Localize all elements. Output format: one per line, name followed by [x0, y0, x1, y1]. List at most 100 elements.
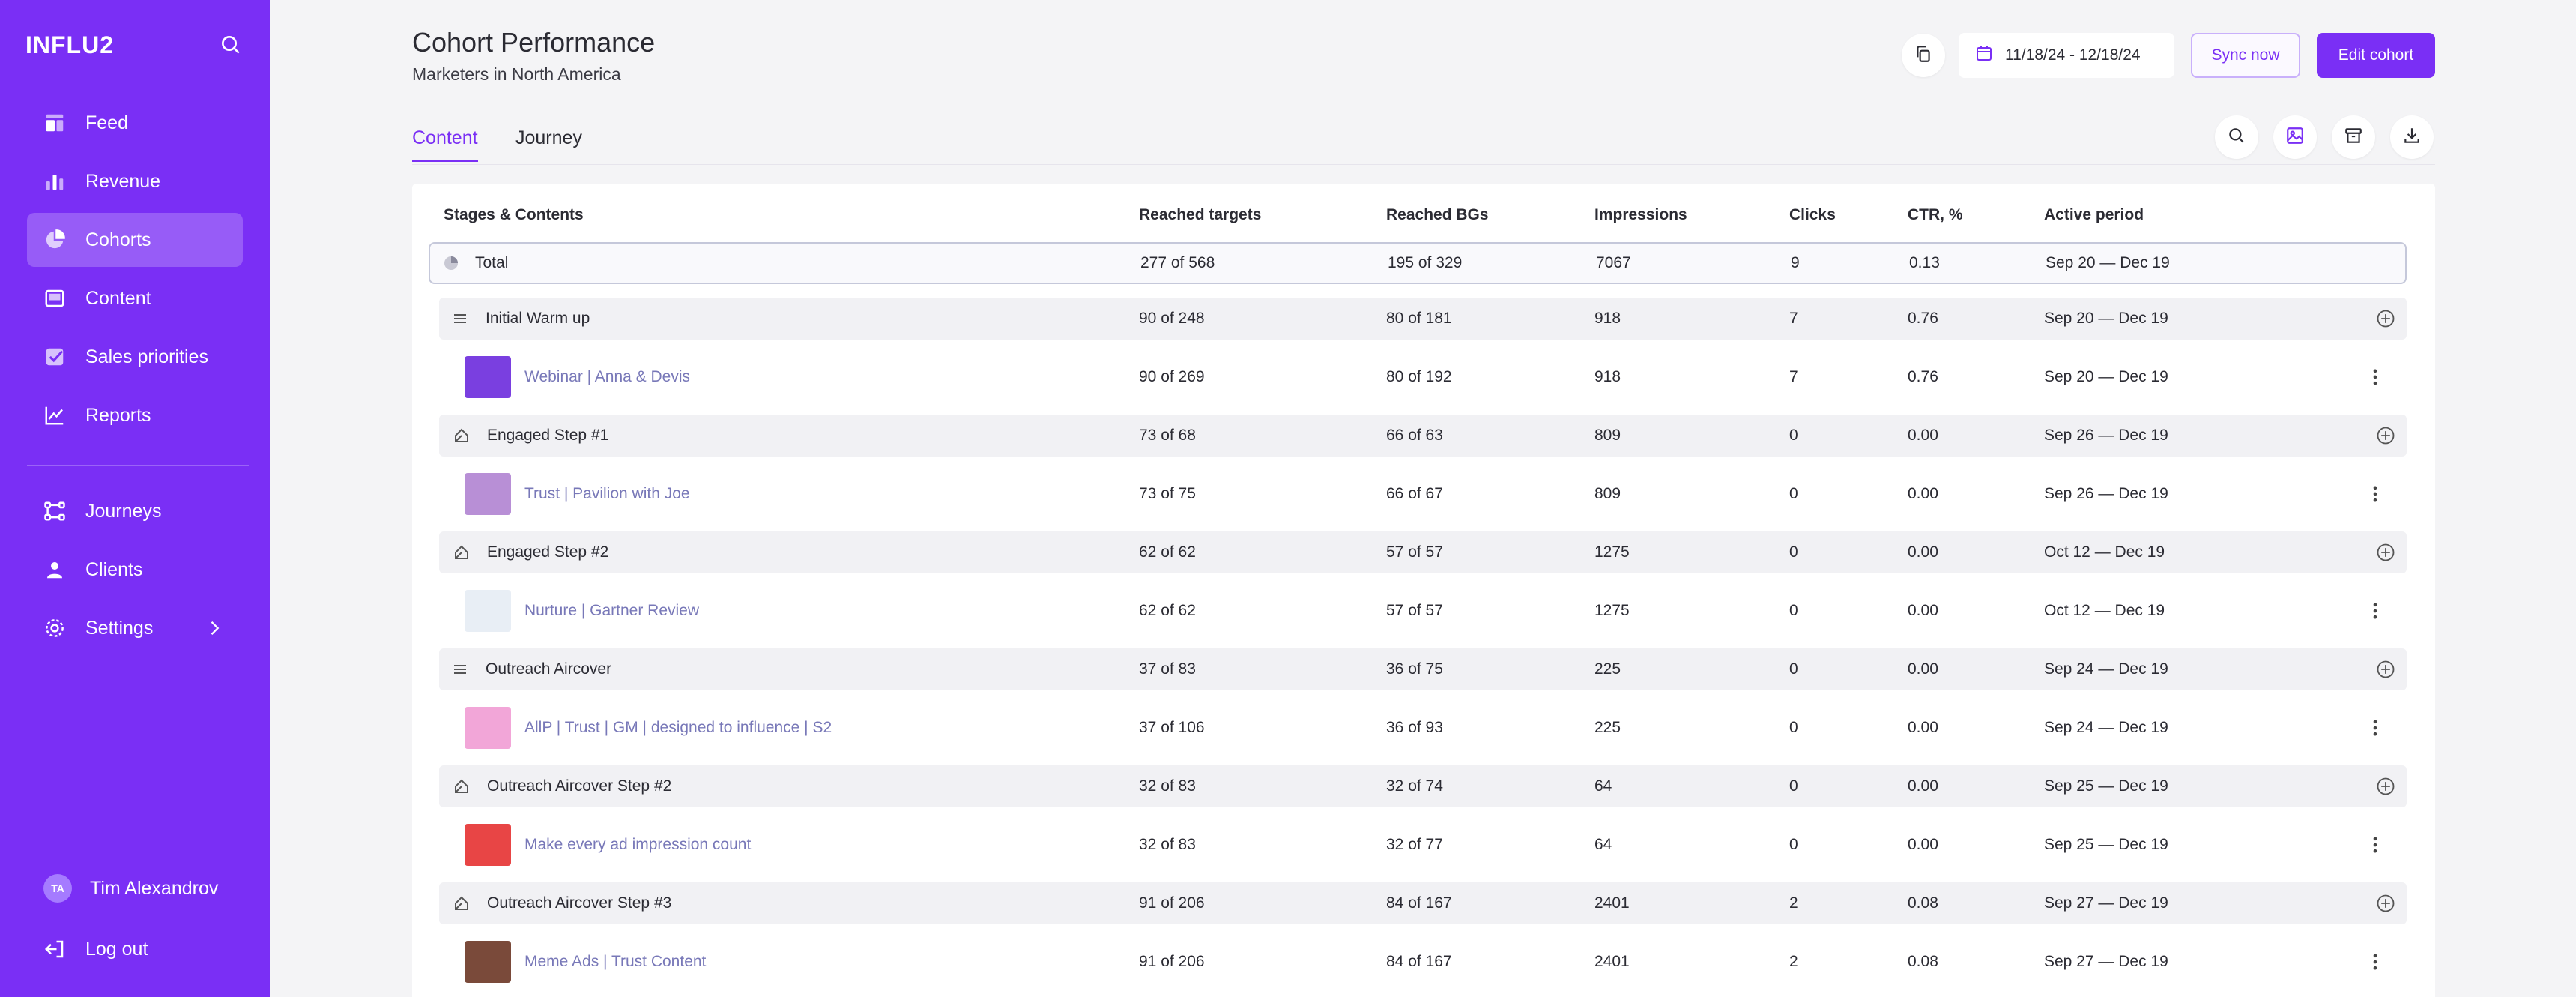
content-row[interactable]: Trust | Pavilion with Joe 73 of 75 66 of … [429, 473, 2407, 515]
stage-row[interactable]: Outreach Aircover 37 of 83 36 of 75 225 0… [439, 648, 2407, 690]
download-icon [2402, 126, 2422, 149]
tab-content[interactable]: Content [412, 127, 478, 162]
sidebar-item-reports[interactable]: Reports [27, 388, 243, 442]
column-header-reached-targets[interactable]: Reached targets [1139, 206, 1261, 224]
content-row[interactable]: AllP | Trust | GM | designed to influenc… [429, 707, 2407, 749]
sidebar-item-settings[interactable]: Settings [27, 601, 243, 655]
sidebar-item-journeys[interactable]: Journeys [27, 484, 243, 538]
date-range-picker[interactable]: 11/18/24 - 12/18/24 [1959, 33, 2174, 78]
content-link[interactable]: Meme Ads | Trust Content [524, 941, 706, 983]
search-icon[interactable] [219, 33, 243, 57]
image-view-button[interactable] [2273, 115, 2317, 159]
stage-row[interactable]: Engaged Step #2 62 of 62 57 of 57 1275 0 … [439, 531, 2407, 573]
more-options-icon[interactable] [2365, 367, 2386, 388]
content-thumbnail[interactable] [465, 824, 511, 866]
sidebar-item-sales-priorities[interactable]: Sales priorities [27, 330, 243, 384]
download-button[interactable] [2390, 115, 2434, 159]
copy-icon [1914, 44, 1933, 67]
reached-targets: 37 of 106 [1139, 719, 1205, 736]
ctr: 0.00 [1908, 427, 1938, 444]
list-icon [451, 310, 469, 328]
stage-row[interactable]: Outreach Aircover Step #3 91 of 206 84 of… [439, 882, 2407, 924]
sidebar-item-cohorts[interactable]: Cohorts [27, 213, 243, 267]
sidebar-item-label: Clients [85, 558, 143, 580]
add-circle-icon[interactable] [2375, 542, 2396, 563]
avatar[interactable]: TA [43, 874, 72, 903]
more-options-icon[interactable] [2365, 717, 2386, 738]
sidebar-item-revenue[interactable]: Revenue [27, 154, 243, 208]
content-thumbnail[interactable] [465, 941, 511, 983]
sidebar-item-label: Sales priorities [85, 346, 208, 367]
gear-icon [43, 617, 66, 639]
copy-button[interactable] [1902, 34, 1945, 77]
content-row[interactable]: Meme Ads | Trust Content 91 of 206 84 of … [429, 941, 2407, 983]
column-header-ctr[interactable]: CTR, % [1908, 206, 1963, 224]
column-header-active-period[interactable]: Active period [2044, 206, 2144, 224]
edit-cohort-button[interactable]: Edit cohort [2317, 33, 2435, 78]
more-options-icon[interactable] [2365, 834, 2386, 855]
sidebar-item-clients[interactable]: Clients [27, 543, 243, 597]
more-options-icon[interactable] [2365, 484, 2386, 504]
clicks: 0 [1789, 543, 1798, 561]
ctr: 0.00 [1908, 602, 1938, 619]
content-row[interactable]: Make every ad impression count 32 of 83 3… [429, 824, 2407, 866]
more-options-icon[interactable] [2365, 951, 2386, 972]
logout-button[interactable]: Log out [27, 922, 243, 976]
logout-icon [43, 938, 66, 960]
column-header-clicks[interactable]: Clicks [1789, 206, 1836, 224]
total-row[interactable]: Total 277 of 568 195 of 329 7067 9 0.13 S… [429, 242, 2407, 284]
reached-targets: 73 of 75 [1139, 485, 1196, 502]
clicks: 0 [1789, 836, 1798, 853]
impressions: 225 [1594, 660, 1621, 678]
reached-bgs: 57 of 57 [1386, 543, 1443, 561]
add-circle-icon[interactable] [2375, 425, 2396, 446]
add-circle-icon[interactable] [2375, 776, 2396, 797]
clicks: 0 [1789, 602, 1798, 619]
reached-bgs: 195 of 329 [1388, 254, 1463, 271]
bar-chart-icon [43, 170, 66, 193]
clicks: 9 [1791, 254, 1800, 271]
active-period: Oct 12 — Dec 19 [2044, 602, 2165, 619]
row-name: Outreach Aircover Step #2 [487, 777, 672, 795]
content-link[interactable]: Webinar | Anna & Devis [524, 356, 690, 398]
stage-row[interactable]: Engaged Step #1 73 of 68 66 of 63 809 0 0… [439, 415, 2407, 457]
content-thumbnail[interactable] [465, 707, 511, 749]
search-button[interactable] [2215, 115, 2258, 159]
column-header-stages[interactable]: Stages & Contents [444, 206, 584, 224]
more-options-icon[interactable] [2365, 600, 2386, 621]
content-link[interactable]: Nurture | Gartner Review [524, 590, 699, 632]
sync-now-button[interactable]: Sync now [2191, 33, 2300, 78]
archive-button[interactable] [2332, 115, 2375, 159]
user-name[interactable]: Tim Alexandrov [90, 878, 218, 900]
content-thumbnail[interactable] [465, 473, 511, 515]
active-period: Sep 27 — Dec 19 [2044, 894, 2168, 912]
reached-targets: 90 of 269 [1139, 368, 1205, 385]
content-link[interactable]: AllP | Trust | GM | designed to influenc… [524, 707, 832, 749]
tab-journey[interactable]: Journey [515, 127, 582, 160]
add-circle-icon[interactable] [2375, 308, 2396, 329]
sidebar-item-feed[interactable]: Feed [27, 96, 243, 150]
add-circle-icon[interactable] [2375, 893, 2396, 914]
content-link[interactable]: Trust | Pavilion with Joe [524, 473, 690, 515]
add-circle-icon[interactable] [2375, 659, 2396, 680]
content-thumbnail[interactable] [465, 356, 511, 398]
column-header-impressions[interactable]: Impressions [1594, 206, 1687, 224]
sidebar-divider [27, 465, 249, 466]
content-link[interactable]: Make every ad impression count [524, 824, 751, 866]
content-row[interactable]: Nurture | Gartner Review 62 of 62 57 of 5… [429, 590, 2407, 632]
clicks: 7 [1789, 368, 1798, 385]
calendar-icon [1959, 44, 2005, 67]
content-thumbnail[interactable] [465, 590, 511, 632]
content-row[interactable]: Webinar | Anna & Devis 90 of 269 80 of 19… [429, 356, 2407, 398]
stage-row[interactable]: Initial Warm up 90 of 248 80 of 181 918 7… [439, 298, 2407, 340]
sidebar: INFLU2 Feed Revenue Cohorts Content Sale… [0, 0, 270, 997]
reached-targets: 37 of 83 [1139, 660, 1196, 678]
step-icon [453, 777, 471, 795]
column-header-reached-bgs[interactable]: Reached BGs [1386, 206, 1489, 224]
active-period: Sep 27 — Dec 19 [2044, 953, 2168, 970]
sidebar-item-label: Revenue [85, 170, 161, 192]
sidebar-item-content[interactable]: Content [27, 271, 243, 325]
active-period: Sep 20 — Dec 19 [2044, 310, 2168, 327]
stage-row[interactable]: Outreach Aircover Step #2 32 of 83 32 of … [439, 765, 2407, 807]
brand-logo[interactable]: INFLU2 [25, 31, 114, 59]
